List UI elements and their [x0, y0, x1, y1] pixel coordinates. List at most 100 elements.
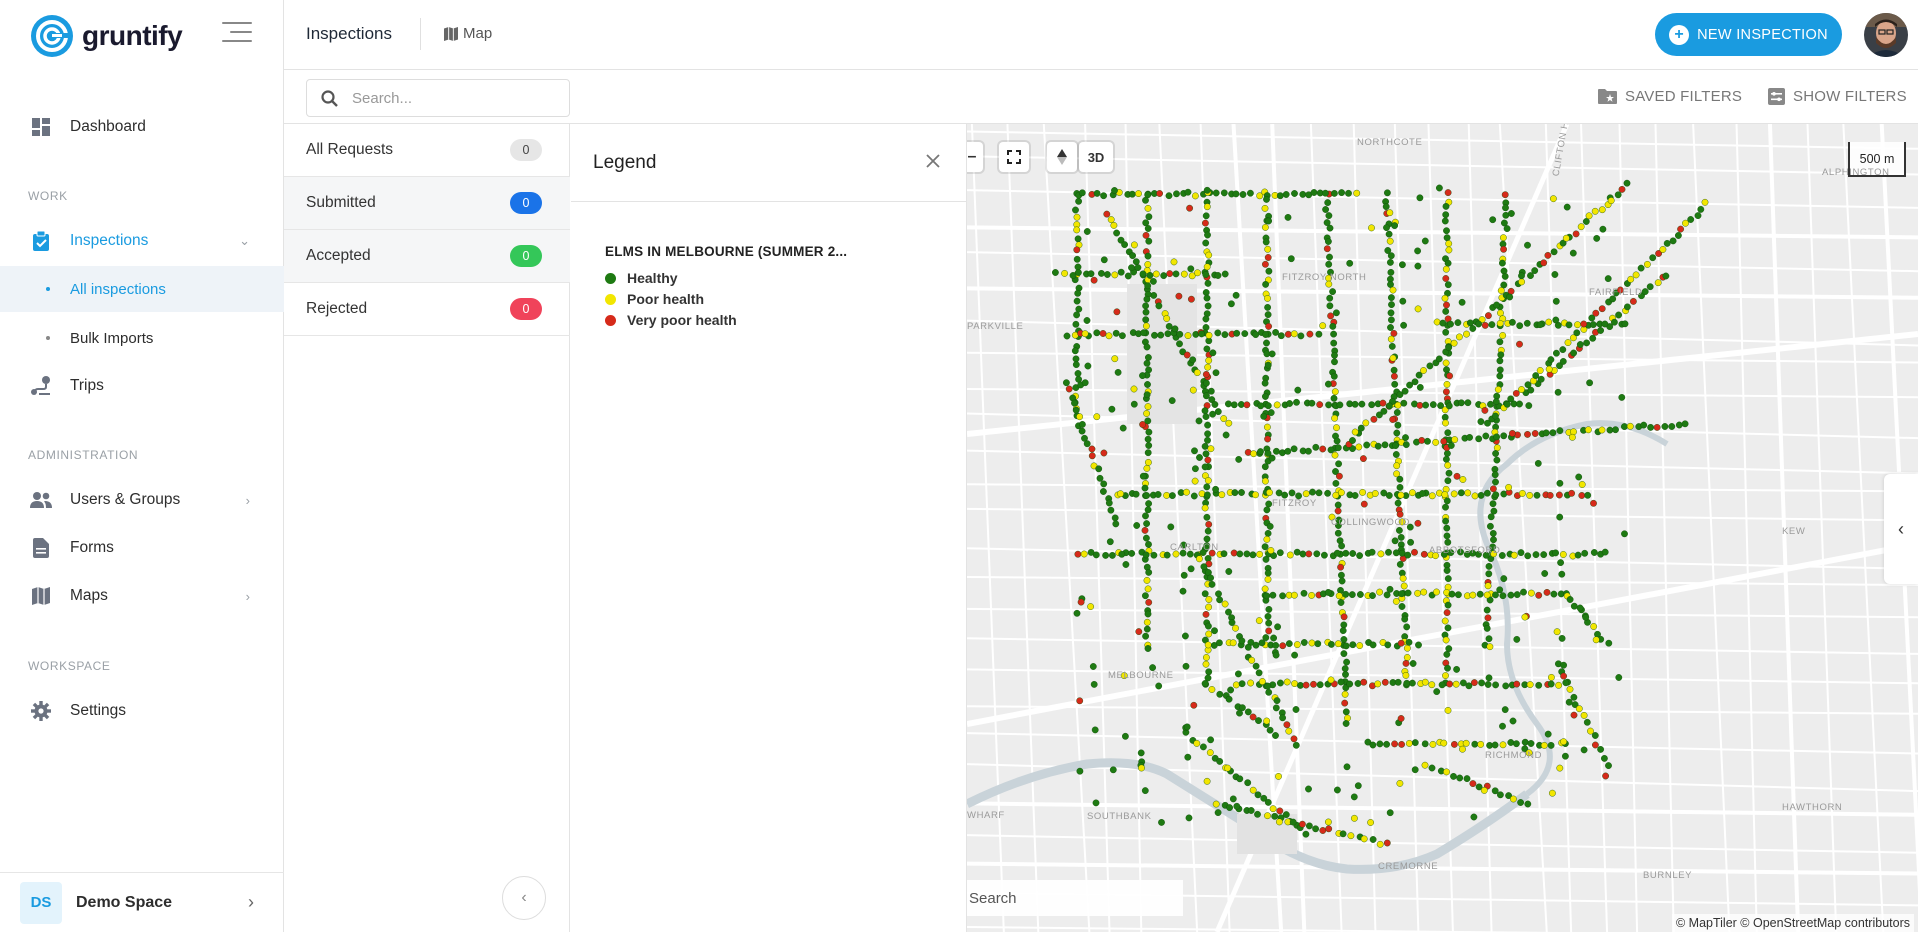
tree-marker[interactable]: [1368, 548, 1376, 556]
tree-marker[interactable]: [1350, 814, 1358, 822]
tree-marker[interactable]: [1547, 356, 1555, 364]
tree-marker[interactable]: [1444, 624, 1452, 632]
tree-marker[interactable]: [1513, 636, 1521, 643]
tree-marker[interactable]: [1334, 529, 1342, 537]
tree-marker[interactable]: [1091, 726, 1099, 734]
tree-marker[interactable]: [1573, 329, 1581, 337]
tree-marker[interactable]: [1105, 332, 1113, 340]
tree-marker[interactable]: [1272, 328, 1279, 336]
tree-marker[interactable]: [1208, 686, 1216, 693]
tree-marker[interactable]: [1143, 618, 1151, 626]
tree-marker[interactable]: [1233, 802, 1241, 810]
tree-marker[interactable]: [1103, 210, 1111, 218]
tree-marker[interactable]: [1325, 401, 1332, 409]
tree-marker[interactable]: [1254, 810, 1261, 818]
tree-marker[interactable]: [1347, 832, 1355, 840]
tree-marker[interactable]: [1090, 681, 1098, 688]
tree-marker[interactable]: [1569, 433, 1576, 441]
tree-marker[interactable]: [1202, 379, 1210, 387]
tree-marker[interactable]: [1189, 386, 1197, 394]
tree-marker[interactable]: [1442, 275, 1450, 282]
tree-marker[interactable]: [1149, 277, 1157, 285]
tree-marker[interactable]: [1193, 740, 1201, 747]
tree-marker[interactable]: [1578, 481, 1586, 488]
tree-marker[interactable]: [1443, 227, 1450, 235]
tree-marker[interactable]: [1360, 678, 1368, 686]
tree-marker[interactable]: [1168, 492, 1176, 499]
tree-marker[interactable]: [1537, 375, 1545, 383]
tree-marker[interactable]: [1239, 191, 1247, 198]
tree-marker[interactable]: [1284, 214, 1292, 221]
tree-marker[interactable]: [1292, 741, 1300, 749]
tree-marker[interactable]: [1272, 704, 1280, 712]
tree-marker[interactable]: [1623, 179, 1631, 187]
tree-marker[interactable]: [1202, 271, 1210, 279]
tree-marker[interactable]: [1597, 746, 1604, 753]
tree-marker[interactable]: [1097, 269, 1105, 277]
tree-marker[interactable]: [1492, 412, 1499, 420]
status-row-rejected[interactable]: Rejected 0: [284, 283, 570, 336]
tree-marker[interactable]: [1507, 591, 1515, 599]
tree-marker[interactable]: [1517, 799, 1524, 806]
collapse-panel-button[interactable]: ‹: [502, 876, 546, 920]
tree-marker[interactable]: [1279, 592, 1286, 600]
tree-marker[interactable]: [1264, 575, 1272, 583]
tree-marker[interactable]: [1204, 641, 1212, 649]
nav-all-inspections[interactable]: All inspections: [0, 266, 284, 312]
tree-marker[interactable]: [1445, 246, 1453, 254]
tree-marker[interactable]: [1230, 549, 1238, 557]
tree-marker[interactable]: [1205, 331, 1213, 339]
tree-marker[interactable]: [1518, 386, 1525, 393]
tree-marker[interactable]: [1443, 450, 1451, 457]
tree-marker[interactable]: [1232, 291, 1240, 299]
tree-marker[interactable]: [1263, 506, 1271, 514]
tree-marker[interactable]: [1124, 272, 1132, 280]
tree-marker[interactable]: [1371, 490, 1379, 497]
tree-marker[interactable]: [1227, 686, 1234, 694]
tree-marker[interactable]: [1555, 681, 1562, 689]
tree-marker[interactable]: [1442, 455, 1450, 463]
tree-marker[interactable]: [1342, 708, 1350, 716]
tree-marker[interactable]: [1261, 463, 1269, 471]
tree-marker[interactable]: [1337, 489, 1345, 496]
tree-marker[interactable]: [1499, 332, 1507, 339]
tree-marker[interactable]: [1351, 428, 1359, 436]
tree-marker[interactable]: [1139, 270, 1147, 278]
tree-marker[interactable]: [1329, 322, 1337, 330]
tree-marker[interactable]: [1326, 302, 1334, 310]
tree-marker[interactable]: [1475, 320, 1482, 328]
tree-marker[interactable]: [1190, 701, 1198, 709]
tree-marker[interactable]: [1556, 513, 1564, 521]
tree-marker[interactable]: [1577, 223, 1585, 231]
tree-marker[interactable]: [1477, 491, 1485, 499]
tree-marker[interactable]: [1130, 385, 1138, 393]
tree-marker[interactable]: [1462, 739, 1470, 747]
tree-marker[interactable]: [1330, 330, 1337, 338]
tree-marker[interactable]: [1142, 316, 1150, 324]
tree-marker[interactable]: [1447, 320, 1454, 328]
tree-marker[interactable]: [1396, 560, 1404, 568]
tree-marker[interactable]: [1659, 246, 1667, 253]
tree-marker[interactable]: [1387, 252, 1395, 260]
tree-marker[interactable]: [1112, 520, 1120, 528]
tree-marker[interactable]: [1382, 203, 1390, 211]
tree-marker[interactable]: [1681, 420, 1689, 428]
tree-marker[interactable]: [1574, 551, 1582, 559]
tree-marker[interactable]: [1576, 341, 1584, 348]
tree-marker[interactable]: [1204, 622, 1212, 630]
tree-marker[interactable]: [1244, 779, 1252, 787]
tree-marker[interactable]: [1214, 809, 1222, 816]
tree-marker[interactable]: [1532, 551, 1540, 558]
tree-marker[interactable]: [1499, 722, 1506, 730]
tree-marker[interactable]: [1324, 588, 1332, 596]
tree-marker[interactable]: [1384, 641, 1392, 649]
tree-marker[interactable]: [1553, 628, 1561, 636]
tree-marker[interactable]: [1204, 430, 1212, 438]
tree-marker[interactable]: [1354, 680, 1362, 687]
tree-marker[interactable]: [1483, 591, 1491, 599]
tree-marker[interactable]: [1543, 588, 1551, 596]
tree-marker[interactable]: [1284, 330, 1292, 338]
tree-marker[interactable]: [1275, 773, 1282, 780]
tree-marker[interactable]: [1598, 426, 1606, 434]
tree-marker[interactable]: [1435, 184, 1443, 192]
